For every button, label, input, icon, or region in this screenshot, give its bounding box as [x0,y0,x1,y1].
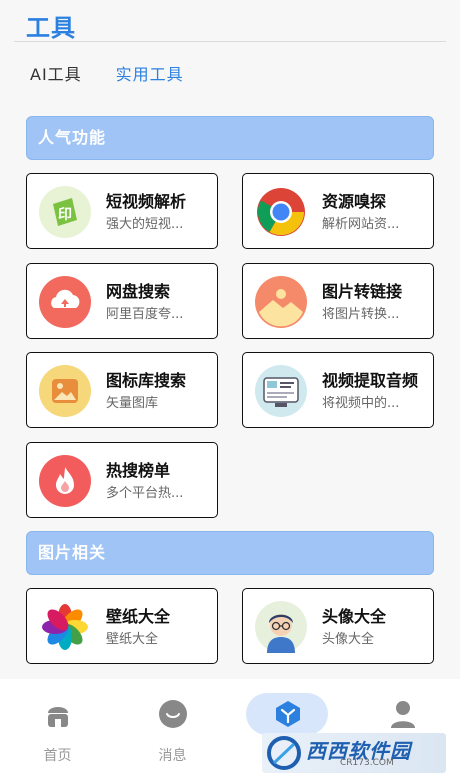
fire-icon [39,455,91,507]
tab-ai-tools[interactable]: AI工具 [30,61,82,85]
card-icon-library-search[interactable]: 图标库搜索 矢量图库 [26,352,218,428]
card-title: 网盘搜索 [106,282,171,301]
section-header-popular: 人气功能 [26,116,434,160]
card-desc: 将图片转换... [322,307,400,322]
image-icon [255,276,307,328]
nav-home[interactable]: 首页 [0,679,115,781]
card-title: 视频提取音频 [322,371,419,390]
chrome-icon [255,186,307,238]
page-title: 工具 [26,14,76,42]
card-hot-search-list[interactable]: 热搜榜单 多个平台热... [26,442,218,518]
header: 工具 [0,0,460,42]
card-title: 图片转链接 [322,282,403,301]
header-divider [14,41,446,42]
card-title: 资源嗅探 [322,192,387,211]
user-icon [388,699,418,729]
card-netdisk-search[interactable]: 网盘搜索 阿里百度夸... [26,263,218,339]
card-title: 短视频解析 [106,192,187,211]
tab-bar: AI工具 实用工具 [30,61,184,85]
card-video-parse[interactable]: 印 短视频解析 强大的短视... [26,173,218,249]
card-desc: 多个平台热... [106,486,184,501]
watermark: 西西软件园 CR173.COM [262,733,446,773]
card-desc: 矢量图库 [106,396,159,411]
card-desc: 解析网站资... [322,217,400,232]
petal-icon [39,601,91,653]
card-title: 热搜榜单 [106,461,171,480]
card-desc: 阿里百度夸... [106,307,184,322]
card-avatars[interactable]: 头像大全 头像大全 [242,588,434,664]
cloud-upload-icon [39,276,91,328]
card-desc: 强大的短视... [106,217,184,232]
card-desc: 头像大全 [322,632,375,647]
card-desc: 将视频中的... [322,396,400,411]
card-video-extract-audio[interactable]: 视频提取音频 将视频中的... [242,352,434,428]
card-wallpapers[interactable]: 壁纸大全 壁纸大全 [26,588,218,664]
tab-utility-tools[interactable]: 实用工具 [116,61,184,85]
nav-label: 消息 [158,748,187,764]
watermark-url: CR173.COM [340,758,394,768]
home-icon [43,699,73,729]
svg-text:印: 印 [58,206,72,223]
video-parse-icon: 印 [39,186,91,238]
watermark-logo-icon [266,736,302,770]
card-title: 头像大全 [322,607,387,626]
nav-messages[interactable]: 消息 [115,679,230,781]
card-desc: 壁纸大全 [106,632,159,647]
message-icon [158,699,188,729]
video-audio-icon [255,365,307,417]
nav-label: 首页 [43,748,72,764]
gallery-icon [39,365,91,417]
card-image-to-link[interactable]: 图片转链接 将图片转换... [242,263,434,339]
avatar-boy-icon [255,601,307,653]
card-resource-sniff[interactable]: 资源嗅探 解析网站资... [242,173,434,249]
section-header-images: 图片相关 [26,531,434,575]
card-title: 壁纸大全 [106,607,171,626]
card-title: 图标库搜索 [106,371,187,390]
tools-icon [273,699,303,729]
